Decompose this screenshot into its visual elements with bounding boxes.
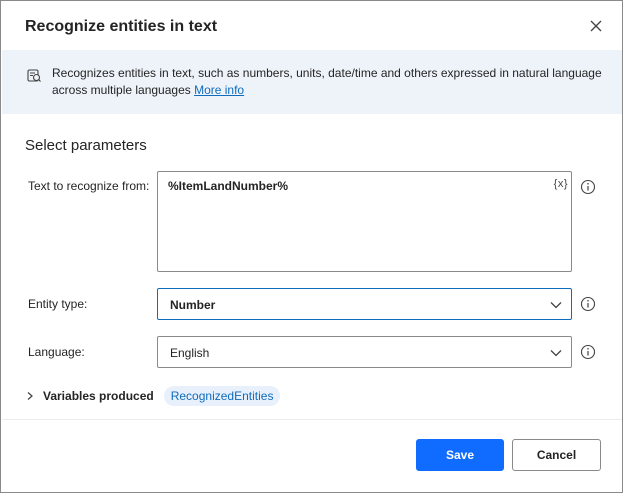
close-icon	[590, 20, 602, 32]
info-description: Recognizes entities in text, such as num…	[52, 66, 602, 97]
variables-produced-label: Variables produced	[43, 389, 154, 403]
entity-recognition-icon	[27, 69, 41, 82]
dialog-title: Recognize entities in text	[25, 18, 218, 35]
variable-picker-icon[interactable]: {x}	[554, 178, 568, 190]
entity-type-dropdown[interactable]: Number	[157, 288, 572, 320]
section-title: Select parameters	[25, 137, 147, 154]
language-info-icon[interactable]	[580, 344, 596, 360]
chevron-down-icon	[550, 302, 562, 309]
variable-chip[interactable]: RecognizedEntities	[163, 386, 281, 406]
chevron-right-icon[interactable]	[25, 391, 35, 401]
info-text: Recognizes entities in text, such as num…	[52, 65, 612, 99]
more-info-link[interactable]: More info	[194, 83, 244, 97]
text-to-recognize-label: Text to recognize from:	[28, 179, 150, 193]
language-value: English	[170, 346, 210, 360]
info-banner: Recognizes entities in text, such as num…	[2, 50, 622, 114]
footer-divider	[2, 419, 622, 420]
chevron-down-icon	[550, 350, 562, 357]
cancel-button[interactable]: Cancel	[512, 439, 601, 471]
entity-type-label: Entity type:	[28, 297, 88, 311]
entity-type-value: Number	[170, 298, 216, 312]
close-button[interactable]	[583, 13, 609, 39]
text-to-recognize-value: %ItemLandNumber%	[168, 179, 289, 193]
language-label: Language:	[28, 345, 85, 359]
text-to-recognize-info-icon[interactable]	[580, 179, 596, 195]
variables-produced-row: Variables produced RecognizedEntities	[25, 386, 281, 406]
language-dropdown[interactable]: English	[157, 336, 572, 368]
save-button[interactable]: Save	[416, 439, 504, 471]
entity-type-info-icon[interactable]	[580, 296, 596, 312]
text-to-recognize-field[interactable]: %ItemLandNumber% {x}	[157, 171, 572, 272]
recognize-entities-dialog: Recognize entities in text Recognizes en…	[0, 0, 623, 493]
